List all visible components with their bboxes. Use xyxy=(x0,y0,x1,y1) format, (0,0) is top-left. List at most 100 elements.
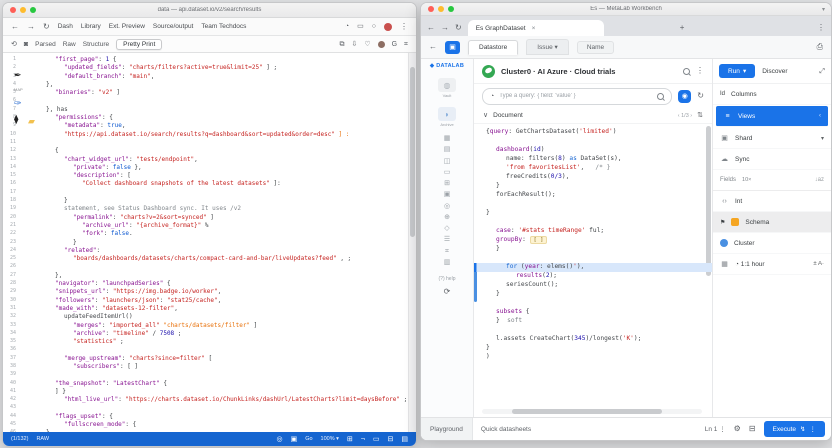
gear-icon[interactable]: ⚙ xyxy=(734,425,741,433)
editor-line[interactable]: } xyxy=(474,344,712,353)
close-window-icon[interactable] xyxy=(10,7,16,13)
apps-icon[interactable]: ⊞ xyxy=(444,180,450,189)
tab-structure[interactable]: Structure xyxy=(83,41,109,48)
apps-grid-icon[interactable]: ⌗ xyxy=(404,41,408,48)
feather-icon[interactable]: ✑ xyxy=(14,99,22,108)
refresh-icon[interactable]: ↻ xyxy=(43,22,50,31)
search-icon[interactable] xyxy=(683,67,690,75)
editor-line[interactable]: } xyxy=(474,182,712,191)
editor-line[interactable]: forEachResult(); xyxy=(474,191,712,200)
window-controls[interactable] xyxy=(428,6,454,12)
discover-link[interactable]: Discover xyxy=(762,68,787,75)
expand-icon[interactable]: ⤢ xyxy=(819,68,825,75)
query-editor[interactable]: {query: GetChartsDataset('limited') dashb… xyxy=(474,124,712,417)
panel-icon[interactable]: ⊟ xyxy=(388,435,394,443)
editor-line[interactable] xyxy=(474,326,712,335)
forward-icon[interactable]: → xyxy=(441,23,449,32)
table-icon[interactable]: ▥ xyxy=(444,259,451,268)
panel-row[interactable]: Id Columns xyxy=(713,84,831,105)
editor-line-highlighted[interactable]: for (year: elems()'), xyxy=(474,263,712,272)
menu-item[interactable]: Library xyxy=(81,23,101,30)
target-icon[interactable]: ◎ xyxy=(444,203,450,212)
editor-line[interactable]: seriesCount(); xyxy=(474,281,712,290)
window-controls[interactable] xyxy=(10,7,36,13)
apps-icon[interactable]: ⊞ xyxy=(347,435,353,443)
target-icon[interactable]: ◎ xyxy=(276,435,282,443)
new-tab-icon[interactable]: + xyxy=(680,23,685,32)
row-trailing[interactable]: ± A· xyxy=(813,261,824,267)
name-box[interactable]: Name xyxy=(576,40,615,54)
history-clock-icon[interactable]: ◔ xyxy=(490,93,494,100)
diamond-icon[interactable]: ◇ xyxy=(444,225,449,234)
sort-icon[interactable]: ⇅ xyxy=(697,112,703,119)
panel-row[interactable]: ▦ ◔ 1:1 hour ± A· xyxy=(713,254,831,275)
inline-widget[interactable]: [ ] xyxy=(529,236,548,244)
editor-line[interactable]: l.assets CreateChart(345)/longest('K'); xyxy=(474,335,712,344)
panel-row[interactable]: ⚑ Schema xyxy=(713,212,831,233)
editor-line[interactable] xyxy=(474,200,712,209)
editor-line[interactable] xyxy=(474,137,712,146)
back-icon[interactable]: ← xyxy=(11,22,19,31)
maximize-window-icon[interactable] xyxy=(30,7,36,13)
droplet-icon[interactable]: ⧫ xyxy=(14,115,18,124)
editor-line[interactable]: 'from favoritesList', /* } xyxy=(474,164,712,173)
back-icon[interactable]: ⟲ xyxy=(11,41,17,48)
panel-row[interactable]: ‹› Int xyxy=(713,191,831,212)
panel-row[interactable]: ☁ Sync xyxy=(713,149,831,170)
circle-icon[interactable]: ○ xyxy=(372,23,376,30)
apply-filter-button[interactable]: ◉ xyxy=(678,89,692,103)
minimize-window-icon[interactable] xyxy=(438,6,444,12)
go-label[interactable]: Go xyxy=(305,436,312,442)
printer-icon[interactable]: ⎙ xyxy=(817,43,823,51)
plus-circle-icon[interactable]: ⊕ xyxy=(444,214,450,223)
row-trailing[interactable]: ▾ xyxy=(821,135,824,142)
editor-line[interactable]: } xyxy=(474,290,712,299)
panel-row[interactable]: ▣ Shard ▾ xyxy=(713,128,831,149)
rows-icon[interactable]: ▤ xyxy=(444,146,451,155)
avatar[interactable] xyxy=(377,40,385,48)
editor-line[interactable]: subsets { xyxy=(474,308,712,317)
close-window-icon[interactable] xyxy=(428,6,434,12)
menu-item[interactable]: Dash xyxy=(58,23,73,30)
tab-parsed[interactable]: Parsed xyxy=(35,41,56,48)
editor-line[interactable]: } soft xyxy=(474,317,712,326)
pen-icon[interactable]: ✒ xyxy=(14,71,22,80)
menu-icon[interactable]: ☰ xyxy=(444,236,450,245)
card-icon[interactable]: ▣ xyxy=(444,191,451,200)
editor-line[interactable] xyxy=(474,254,712,263)
maximize-window-icon[interactable] xyxy=(448,6,454,12)
card-icon[interactable]: ▣ xyxy=(291,435,298,443)
execute-button[interactable]: Execute ↯ ⋮ xyxy=(763,421,825,437)
help-link[interactable]: (?) help xyxy=(439,276,456,282)
kebab-icon[interactable]: ⋮ xyxy=(400,22,408,31)
panel-row[interactable]: Cluster xyxy=(713,233,831,254)
grid-icon[interactable]: ▦ xyxy=(444,135,451,144)
rows-icon[interactable]: ▤ xyxy=(401,435,408,443)
editor-line[interactable] xyxy=(474,299,712,308)
json-content[interactable]: "first_page": 1 {"updated_fields": "char… xyxy=(16,53,408,432)
kebab-icon[interactable]: ⋮ xyxy=(817,23,825,32)
undo-icon[interactable]: ¬ xyxy=(361,436,365,443)
sidebar-item-vault[interactable]: ◍ Vault xyxy=(438,72,456,98)
refresh-icon[interactable]: ↻ xyxy=(697,92,704,100)
row-trailing[interactable]: ↓az xyxy=(815,177,824,183)
forward-icon[interactable]: → xyxy=(27,22,35,31)
editor-line[interactable]: } xyxy=(474,209,712,218)
reload-icon[interactable]: ⟳ xyxy=(444,287,451,296)
tab-datastore[interactable]: Datastore xyxy=(468,39,519,55)
browser-tab[interactable]: Es GraphDataset × xyxy=(467,20,604,36)
download-icon[interactable]: ⇩ xyxy=(351,41,357,48)
panel-toggle-icon[interactable]: ⊟ xyxy=(749,425,756,433)
scrollbar-thumb[interactable] xyxy=(512,409,662,414)
kebab-icon[interactable]: ⋮ xyxy=(810,425,817,433)
editor-line[interactable]: freeCredits(0/3), xyxy=(474,173,712,182)
search-icon[interactable] xyxy=(657,92,665,100)
menu-item[interactable]: Team Techdocs xyxy=(201,23,246,30)
row-trailing[interactable]: ‹ xyxy=(819,113,821,119)
back-icon[interactable]: ← xyxy=(427,23,435,32)
extensions-icon[interactable]: ▭ xyxy=(357,23,364,30)
run-button[interactable]: Run ▾ xyxy=(719,64,756,78)
scrollbar-vertical[interactable] xyxy=(408,53,416,432)
collapse-caret-icon[interactable]: ∨ xyxy=(483,112,488,119)
minimize-window-icon[interactable] xyxy=(20,7,26,13)
